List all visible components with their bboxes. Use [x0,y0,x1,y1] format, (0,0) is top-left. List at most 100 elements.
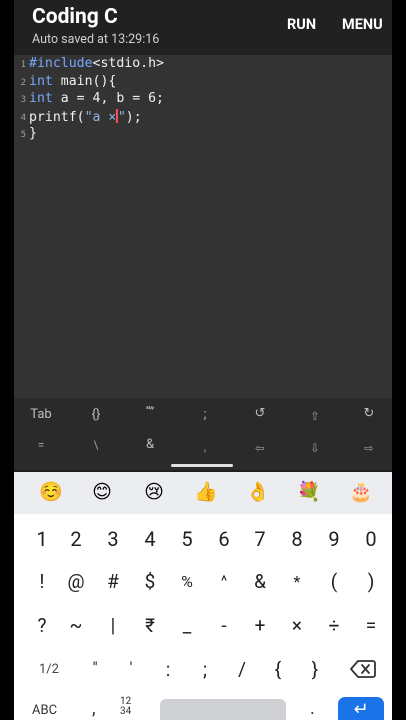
code-string: " [117,109,126,125]
emoji-smile-key[interactable]: ☺️ [36,480,66,503]
period-key[interactable]: . [310,698,315,719]
key-hash[interactable]: # [95,570,131,593]
shift-icon[interactable]: ⇧ [292,409,338,423]
line-number: 4 [20,112,26,123]
emoji-suggestion-row: ☺️ 😊 😢 👍 👌 💐 🎂 [14,472,392,514]
code-line: } [29,126,37,141]
semicolon-key[interactable]: ; [182,407,228,422]
key-3[interactable]: 3 [95,527,131,551]
code-string: "a × [84,109,117,125]
key-percent[interactable]: % [169,572,205,591]
key-rupee[interactable]: ₹ [132,614,168,637]
key-multiply[interactable]: × [279,614,315,637]
code-text: ); [125,109,142,125]
braces-key[interactable]: {} [73,407,119,422]
fraction-key[interactable]: 12 34 [120,697,131,717]
enter-button[interactable]: ↵ [338,697,384,720]
key-double-quote[interactable]: " [77,658,113,677]
soft-keyboard: ☺️ 😊 😢 👍 👌 💐 🎂 1 2 3 4 5 6 7 8 9 0 ! @ #… [14,472,392,720]
code-line: int a = 4, b = 6; [29,91,164,106]
key-open-paren[interactable]: ( [316,570,352,593]
tab-key[interactable]: Tab [18,407,64,422]
code-keyword: int [29,91,53,106]
key-8[interactable]: 8 [279,527,315,551]
emoji-thumbs-up-key[interactable]: 👍 [191,480,221,503]
line-number: 2 [20,77,26,88]
code-text: printf( [29,109,85,125]
key-minus[interactable]: - [206,614,242,637]
key-slash[interactable]: / [224,658,260,681]
ampersand-key[interactable]: & [127,437,173,452]
code-text: main(){ [52,73,117,89]
emoji-cry-key[interactable]: 😢 [139,480,169,503]
key-dollar[interactable]: $ [132,570,168,593]
code-text: a = 4, b = 6; [52,91,164,106]
key-caret[interactable]: ^ [206,572,242,590]
app-screen: Coding C Auto saved at 13:29:16 RUN MENU… [14,0,392,720]
emoji-ok-hand-key[interactable]: 👌 [243,480,273,503]
key-single-quote[interactable]: ' [113,658,149,677]
key-semicolon[interactable]: ; [187,658,223,681]
key-2[interactable]: 2 [58,527,94,551]
key-ampersand[interactable]: & [242,570,278,593]
code-keyword: int [29,73,53,89]
key-5[interactable]: 5 [169,527,205,551]
arrow-right-icon[interactable]: ⇨ [346,441,392,455]
backslash-key[interactable]: \ [73,438,119,452]
key-at[interactable]: @ [58,570,94,593]
key-close-brace[interactable]: } [297,658,333,681]
line-number: 5 [20,130,26,140]
enter-icon: ↵ [353,699,369,720]
key-divide[interactable]: ÷ [316,614,352,637]
code-line: printf("a × "); [29,108,142,125]
key-7[interactable]: 7 [242,527,278,551]
keyboard-bottom-row: ABC , 12 34 . ↵ [14,692,392,720]
key-equals[interactable]: = [353,614,389,637]
space-bar[interactable] [160,699,286,720]
equals-key[interactable]: = [18,438,64,452]
code-text: } [29,126,37,141]
code-line: int main(){ [29,74,116,89]
code-line: #include<stdio.h> [29,56,164,71]
key-question[interactable]: ? [24,614,60,637]
key-colon[interactable]: : [150,658,186,681]
fraction-label-bottom: 34 [120,706,132,717]
autosave-status: Auto saved at 13:29:16 [32,32,160,47]
key-9[interactable]: 9 [316,527,352,551]
key-4[interactable]: 4 [132,527,168,551]
emoji-bouquet-key[interactable]: 💐 [294,480,324,503]
emoji-cake-key[interactable]: 🎂 [346,480,376,503]
redo-icon[interactable]: ↻ [346,406,392,421]
key-pipe[interactable]: | [95,614,131,637]
code-keyword: #include [29,56,93,71]
key-1[interactable]: 1 [24,527,60,551]
abc-key[interactable]: ABC [32,703,57,718]
backspace-icon[interactable] [350,658,376,680]
key-0[interactable]: 0 [353,527,389,551]
app-header: Coding C Auto saved at 13:29:16 RUN MENU [14,0,392,55]
quotes-key[interactable]: “” [127,405,173,420]
arrow-left-icon[interactable]: ⇦ [237,441,283,455]
menu-button[interactable]: MENU [342,16,383,33]
key-6[interactable]: 6 [206,527,242,551]
key-tilde[interactable]: ~ [58,614,94,637]
key-open-brace[interactable]: { [260,658,296,681]
undo-icon[interactable]: ↺ [237,406,283,421]
comma-key[interactable]: , [182,440,228,454]
key-underscore[interactable]: _ [169,614,205,637]
comma-key[interactable]: , [92,698,96,719]
app-title: Coding C [32,5,118,29]
extra-keys-bar: Tab {} “” ; ↺ ⇧ ↻ = \ & , ⇦ ⇩ ⇨ [14,398,392,470]
key-fraction-half[interactable]: 1/2 [31,662,67,677]
code-text: <stdio.h> [92,56,164,71]
arrow-down-icon[interactable]: ⇩ [292,441,338,455]
emoji-blush-key[interactable]: 😊 [87,480,117,503]
code-editor[interactable]: 1 2 3 4 5 #include<stdio.h> int main(){ … [14,55,392,398]
key-close-paren[interactable]: ) [353,570,389,593]
key-exclamation[interactable]: ! [24,570,60,593]
run-button[interactable]: RUN [287,16,316,33]
key-plus[interactable]: + [242,614,278,637]
key-asterisk[interactable]: * [279,572,315,591]
nav-handle [171,464,233,467]
line-number: 3 [20,95,26,105]
